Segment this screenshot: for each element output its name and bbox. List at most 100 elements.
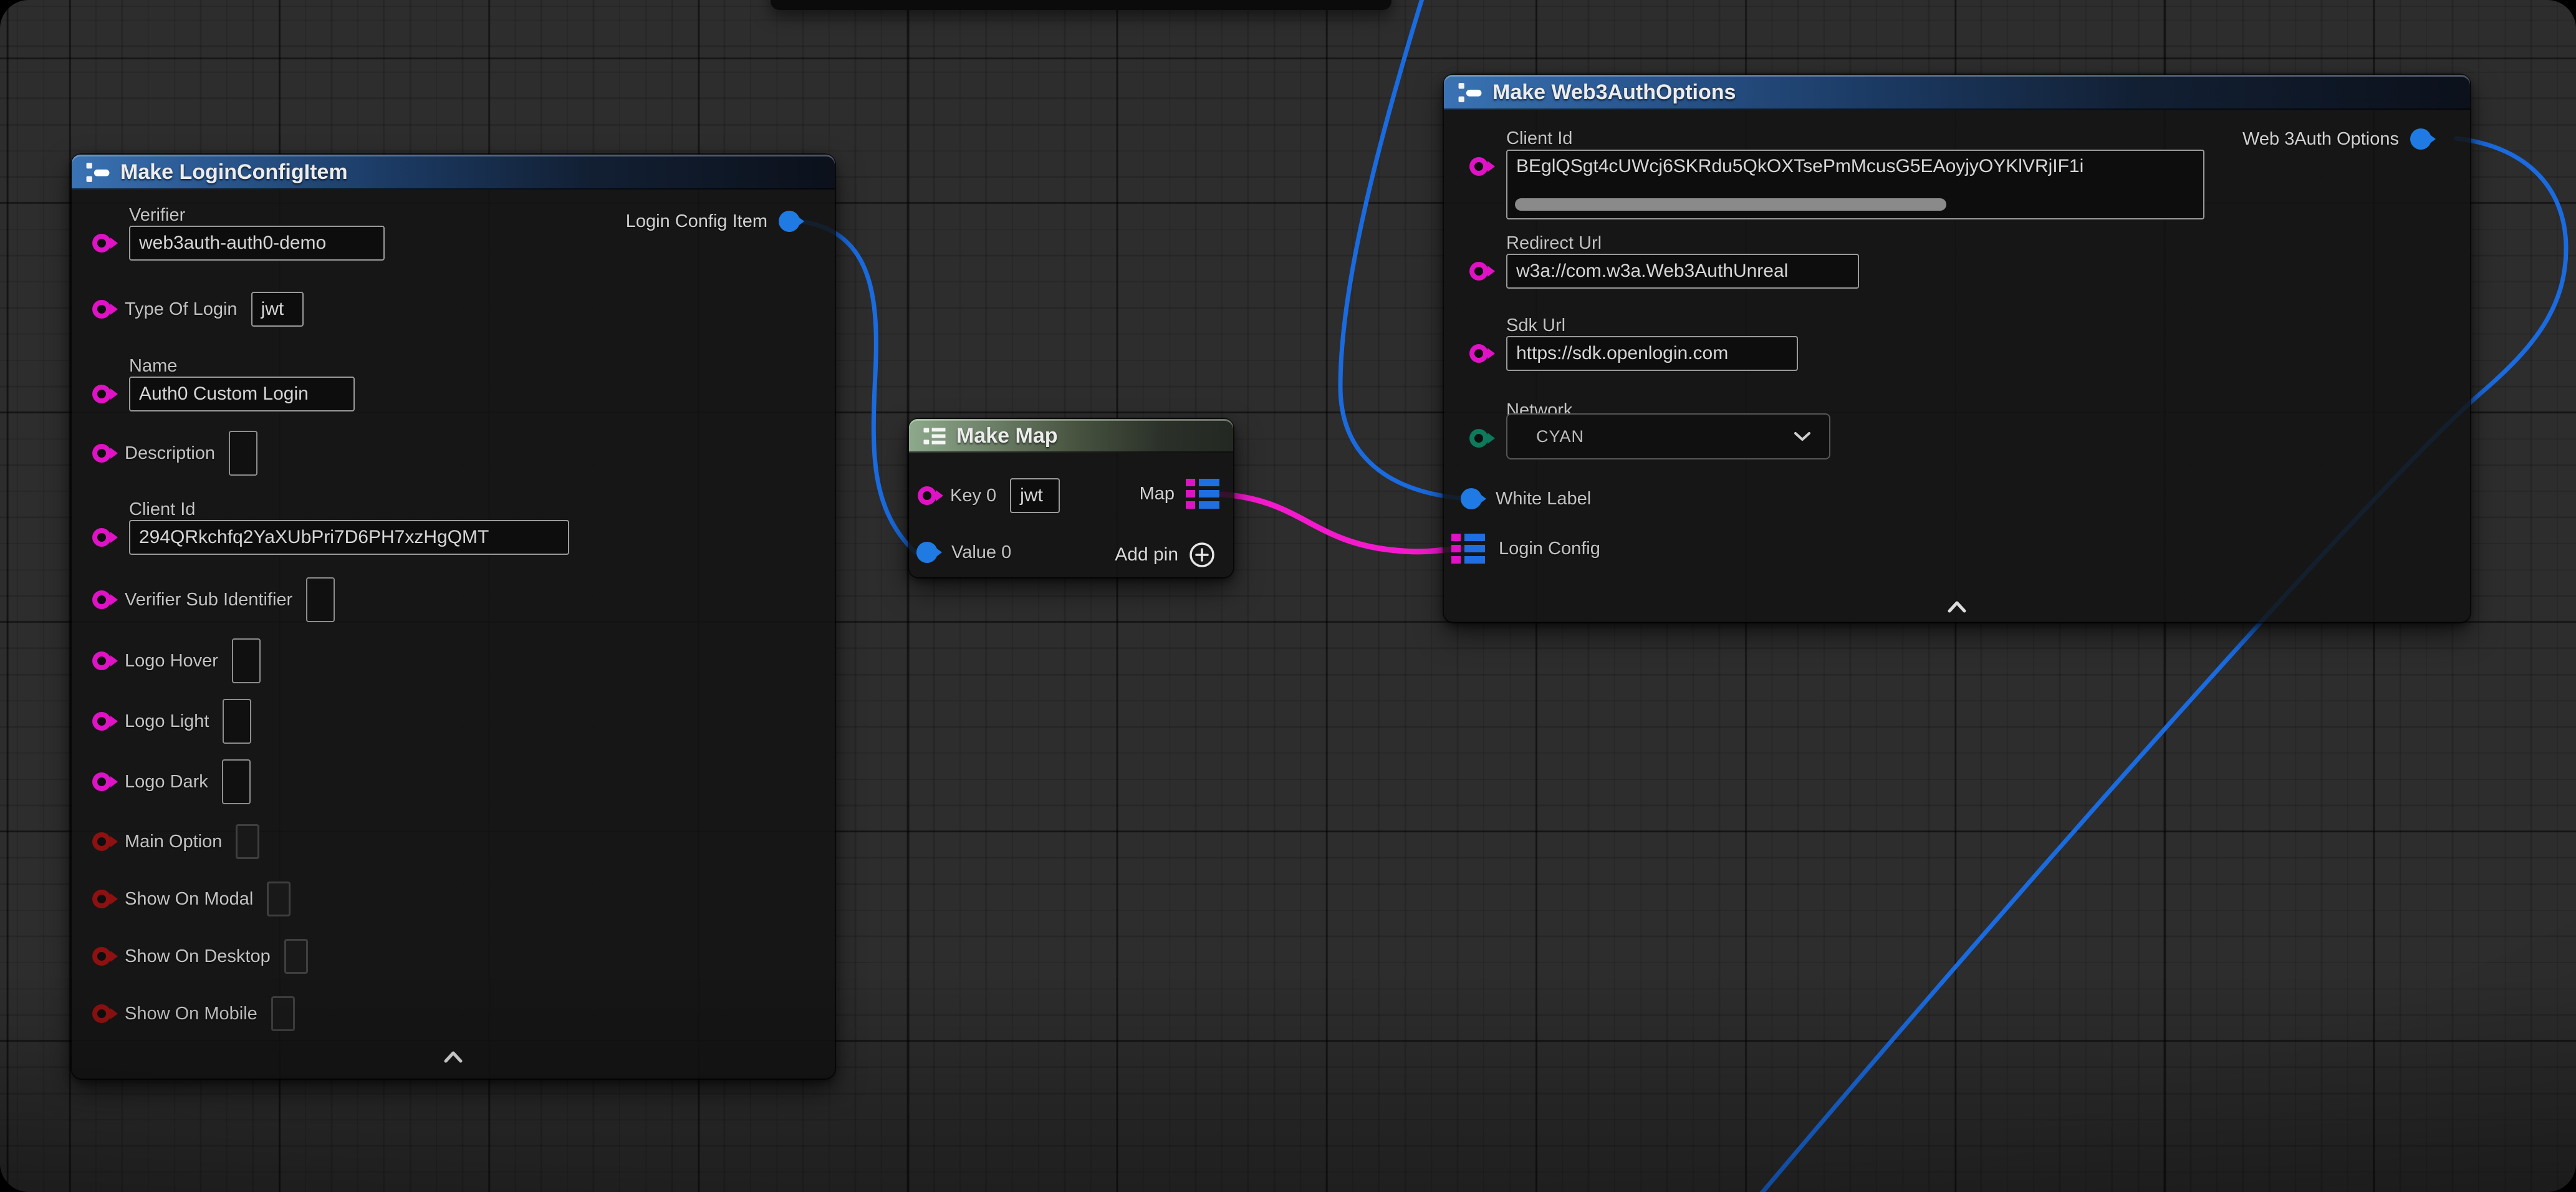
input-row-name: Name Auth0 Custom Login [92, 355, 778, 415]
output-map: Map [1140, 479, 1219, 509]
input-row-logo-light: Logo Light [92, 696, 251, 746]
input-pin-description[interactable] [92, 444, 111, 463]
input-pin-sdk-url[interactable] [1469, 344, 1488, 363]
input-row-description: Description [92, 428, 257, 478]
input-row-verifier: Verifier web3auth-auth0-demo [92, 204, 778, 264]
node-title: Make Web3AuthOptions [1492, 80, 1736, 105]
logo-hover-field[interactable] [232, 638, 261, 683]
input-pin-show-on-mobile[interactable] [92, 1004, 111, 1023]
input-row-value0: Value 0 [916, 527, 1011, 577]
input-pin-logo-hover[interactable] [92, 651, 111, 670]
input-pin-redirect-url[interactable] [1469, 262, 1488, 281]
input-pin-show-on-modal[interactable] [92, 890, 111, 908]
output-pin-login-config-item[interactable] [779, 211, 800, 232]
pin-label: Client Id [1506, 128, 1572, 149]
verifier-field[interactable]: web3auth-auth0-demo [129, 226, 385, 261]
pin-label: Name [129, 355, 177, 377]
show-on-mobile-checkbox[interactable] [271, 996, 295, 1031]
output-pin-web3auth-options[interactable] [2410, 128, 2431, 150]
input-pin-verifier[interactable] [92, 234, 111, 252]
pin-label: Redirect Url [1506, 233, 1602, 254]
make-struct-icon [85, 161, 110, 184]
redirect-url-field[interactable]: w3a://com.w3a.Web3AuthUnreal [1506, 254, 1859, 289]
pin-label: White Label [1496, 489, 1591, 509]
input-pin-name[interactable] [92, 385, 111, 403]
pin-label: Type Of Login [125, 299, 238, 320]
input-pin-login-config[interactable] [1451, 534, 1485, 564]
pin-label: Logo Hover [125, 651, 218, 671]
collapse-chevron-icon[interactable] [1946, 600, 1968, 613]
input-pin-main-option[interactable] [92, 832, 111, 851]
main-option-checkbox[interactable] [236, 824, 259, 859]
input-pin-client-id[interactable] [1469, 157, 1488, 176]
input-row-show-on-mobile: Show On Mobile [92, 989, 295, 1039]
pin-label: Description [125, 443, 215, 464]
wire-map-to-loginconfig[interactable] [1222, 494, 1462, 552]
input-row-main-option: Main Option [92, 817, 259, 867]
key0-field[interactable]: jwt [1010, 478, 1060, 513]
client-id-field[interactable]: 294QRkchfq2YaXUbPri7D6PH7xzHgQMT [129, 520, 569, 555]
input-row-network: Network CYAN [1469, 400, 2031, 474]
output-label: Map [1140, 484, 1175, 504]
input-pin-value0[interactable] [916, 542, 938, 563]
input-pin-logo-light[interactable] [92, 712, 111, 731]
sdk-url-field[interactable]: https://sdk.openlogin.com [1506, 336, 1798, 371]
pin-label: Value 0 [951, 542, 1011, 563]
pin-label: Logo Light [125, 711, 209, 732]
input-row-key0: Key 0 jwt [918, 471, 1060, 521]
pin-label: Show On Modal [125, 889, 253, 910]
node-title: Make Map [956, 424, 1058, 448]
make-map-icon [923, 425, 946, 447]
add-pin-plus-icon [1188, 541, 1216, 569]
add-pin-button[interactable]: Add pin [1115, 541, 1216, 569]
type-of-login-field[interactable]: jwt [251, 292, 304, 327]
input-row-show-on-desktop: Show On Desktop [92, 931, 308, 981]
client-id-scrollbar[interactable] [1515, 198, 1946, 211]
pin-label: Verifier Sub Identifier [125, 590, 292, 610]
blueprint-graph-canvas[interactable]: Make LoginConfigItem Login Config Item V… [0, 0, 2576, 1192]
pin-label: Main Option [125, 832, 222, 852]
input-row-client-id: Client Id 294QRkchfq2YaXUbPri7D6PH7xzHgQ… [92, 499, 809, 559]
node-header[interactable]: Make LoginConfigItem [72, 155, 835, 190]
input-row-white-label: White Label [1461, 474, 1591, 524]
output-pin-map[interactable] [1186, 479, 1219, 509]
network-selected-value: CYAN [1536, 427, 1584, 446]
input-row-client-id: Client Id BEglQSgt4cUWcj6SKRdu5QkOXTsePm… [1469, 128, 2249, 228]
input-row-type-of-login: Type Of Login jwt [92, 284, 304, 334]
chevron-down-icon [1793, 431, 1812, 442]
input-pin-network[interactable] [1469, 429, 1488, 448]
offscreen-node-stub[interactable] [771, 0, 1391, 10]
input-pin-white-label[interactable] [1461, 488, 1482, 509]
input-row-logo-dark: Logo Dark [92, 757, 251, 807]
node-title: Make LoginConfigItem [120, 160, 348, 185]
input-pin-show-on-desktop[interactable] [92, 947, 111, 966]
node-header[interactable]: Make Map [909, 419, 1233, 453]
description-field[interactable] [229, 431, 257, 476]
input-row-redirect-url: Redirect Url w3a://com.w3a.Web3AuthUnrea… [1469, 233, 2031, 292]
client-id-field[interactable]: BEglQSgt4cUWcj6SKRdu5QkOXTsePmMcusG5EAoy… [1506, 150, 2204, 219]
output-web3auth-options: Web 3Auth Options [2242, 128, 2431, 150]
network-dropdown[interactable]: CYAN [1506, 413, 1830, 459]
node-make-map[interactable]: Make Map Key 0 jwt Map Value 0 Add pin [909, 419, 1233, 577]
show-on-desktop-checkbox[interactable] [284, 939, 308, 974]
input-row-show-on-modal: Show On Modal [92, 874, 291, 924]
input-pin-key0[interactable] [918, 486, 936, 505]
node-make-loginconfigitem[interactable]: Make LoginConfigItem Login Config Item V… [72, 155, 835, 1079]
collapse-chevron-icon[interactable] [443, 1050, 464, 1064]
input-pin-logo-dark[interactable] [92, 772, 111, 791]
input-pin-client-id[interactable] [92, 528, 111, 547]
input-row-sdk-url: Sdk Url https://sdk.openlogin.com [1469, 315, 2031, 375]
add-pin-label: Add pin [1115, 544, 1178, 565]
verifier-sub-identifier-field[interactable] [306, 577, 335, 622]
logo-dark-field[interactable] [222, 759, 251, 804]
show-on-modal-checkbox[interactable] [267, 882, 291, 916]
input-pin-verifier-sub-identifier[interactable] [92, 590, 111, 609]
name-field[interactable]: Auth0 Custom Login [129, 377, 355, 411]
logo-light-field[interactable] [223, 699, 251, 744]
node-header[interactable]: Make Web3AuthOptions [1444, 75, 2470, 110]
node-make-web3authoptions[interactable]: Make Web3AuthOptions Web 3Auth Options C… [1444, 75, 2470, 622]
input-pin-type-of-login[interactable] [92, 300, 111, 319]
input-row-login-config: Login Config [1451, 524, 1600, 574]
pin-label: Login Config [1499, 539, 1600, 559]
pin-label: Logo Dark [125, 772, 208, 792]
